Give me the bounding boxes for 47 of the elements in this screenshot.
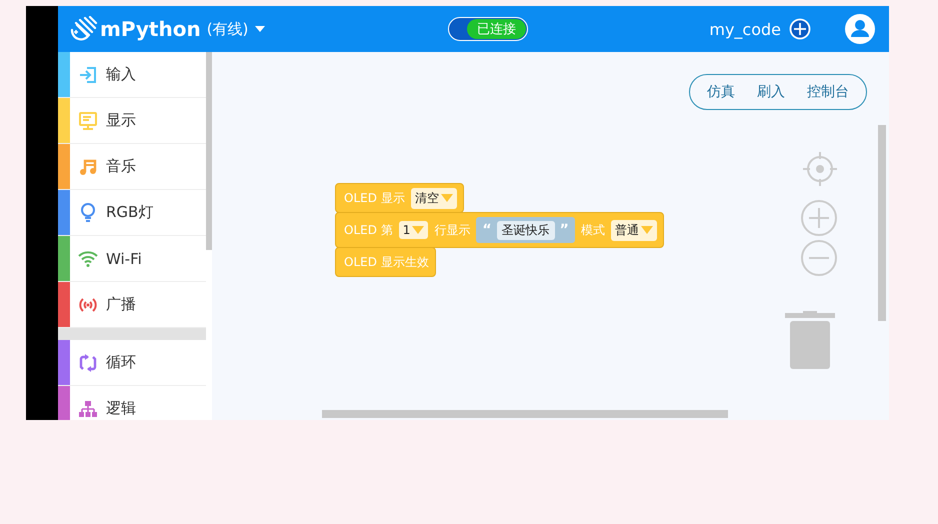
block-label: OLED 第 xyxy=(344,222,393,238)
hierarchy-icon xyxy=(79,400,97,418)
dropdown-caret-icon[interactable] xyxy=(254,24,266,34)
close-quote: ” xyxy=(560,222,569,238)
block-dropdown[interactable]: 清空 xyxy=(410,188,457,208)
category-item[interactable]: 音乐 xyxy=(58,144,206,190)
open-quote: “ xyxy=(482,222,492,238)
category-item[interactable]: 输入 xyxy=(58,52,206,98)
code-block[interactable]: OLED 显示 清空 xyxy=(335,183,464,213)
add-icon[interactable] xyxy=(789,18,812,40)
code-block[interactable]: OLED 第 1 行显示 “ 圣诞快乐 ” 模式 普通 xyxy=(335,212,664,248)
connection-status: 已连接 xyxy=(466,19,526,39)
music-note-icon xyxy=(79,158,97,176)
broadcast-icon xyxy=(78,296,98,312)
loop-arrows-icon xyxy=(79,354,97,372)
horizontal-scrollbar[interactable] xyxy=(322,410,728,418)
enter-arrow-icon xyxy=(79,66,97,84)
toolbar-button[interactable]: 刷入 xyxy=(751,83,791,101)
category-item[interactable]: 显示 xyxy=(58,98,206,144)
category-item[interactable]: 循环 xyxy=(58,340,206,386)
block-dropdown[interactable]: 普通 xyxy=(610,220,657,240)
block-label: OLED 显示生效 xyxy=(344,254,429,270)
block-dropdown[interactable]: 1 xyxy=(398,221,428,239)
vertical-scrollbar[interactable] xyxy=(878,125,886,321)
app-title: mPython xyxy=(100,17,201,41)
sidebar-scrollbar[interactable] xyxy=(206,52,212,250)
category-item[interactable]: RGB灯 xyxy=(58,190,206,236)
monitor-icon xyxy=(79,112,97,130)
category-item[interactable]: Wi-Fi xyxy=(58,236,206,282)
toolbar-button[interactable]: 仿真 xyxy=(701,83,741,101)
recenter-icon[interactable] xyxy=(801,150,839,188)
category-item[interactable]: 广播 xyxy=(58,282,206,328)
light-bulb-icon xyxy=(79,202,97,222)
dropdown-caret-icon[interactable] xyxy=(440,193,453,203)
dropdown-caret-icon[interactable] xyxy=(640,225,653,235)
zoom-in-icon[interactable] xyxy=(801,200,837,236)
text-field[interactable]: 圣诞快乐 xyxy=(496,220,555,240)
logo-icon xyxy=(68,16,98,42)
dropdown-caret-icon[interactable] xyxy=(412,225,424,235)
zoom-out-icon[interactable] xyxy=(801,240,837,276)
wifi-icon xyxy=(78,250,98,266)
block-label: OLED 显示 xyxy=(344,190,405,206)
text-block[interactable]: “ 圣诞快乐 ” xyxy=(476,217,575,243)
toolbar-button[interactable]: 控制台 xyxy=(801,83,855,101)
user-avatar-icon[interactable] xyxy=(845,14,876,44)
block-label: 模式 xyxy=(580,222,605,238)
block-label: 行显示 xyxy=(434,222,470,238)
